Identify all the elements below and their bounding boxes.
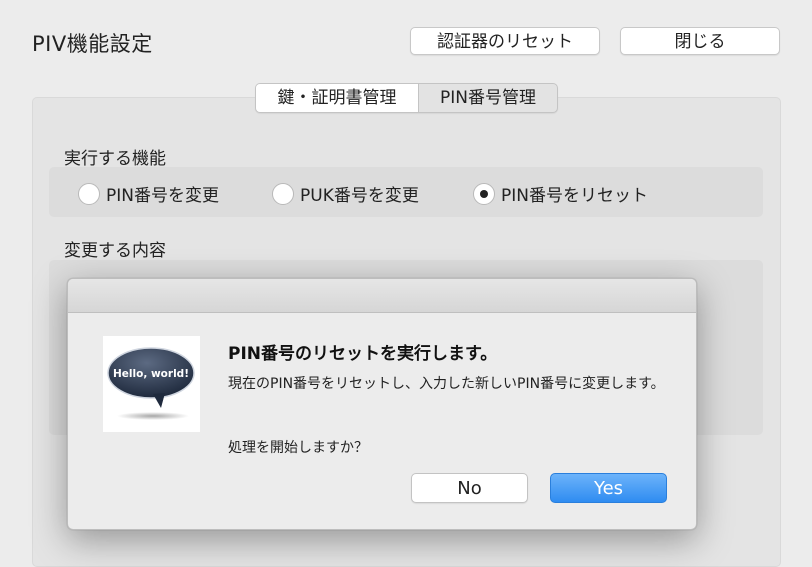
radio-circle[interactable] [272, 182, 294, 205]
radio-change-pin[interactable]: PIN番号を変更 [78, 181, 219, 206]
dialog-title: PIN番号のリセットを実行します。 [228, 344, 498, 364]
radio-label: PIN番号を変更 [106, 186, 219, 206]
radio-reset-pin[interactable]: PIN番号をリセット [473, 181, 648, 206]
radio-circle[interactable] [78, 182, 100, 205]
speech-bubble-icon: Hello, world! [103, 336, 200, 432]
radio-circle-checked[interactable] [473, 182, 495, 205]
close-button[interactable]: 閉じる [620, 27, 780, 55]
dialog-titlebar [68, 279, 696, 313]
radio-label: PUK番号を変更 [300, 186, 419, 206]
window-title: PIV機能設定 [32, 32, 153, 56]
confirm-dialog: Hello, world! PIN番号のリセットを実行します。 現在のPIN番号… [67, 278, 697, 530]
dialog-message: 現在のPIN番号をリセットし、入力した新しいPIN番号に変更します。 [228, 376, 665, 392]
radio-change-puk[interactable]: PUK番号を変更 [272, 181, 419, 206]
tab-key-certificate[interactable]: 鍵・証明書管理 [256, 84, 419, 112]
tab-bar: 鍵・証明書管理 PIN番号管理 [255, 83, 558, 113]
change-content-label: 変更する内容 [64, 241, 166, 261]
function-label: 実行する機能 [64, 149, 166, 169]
reset-authenticator-button[interactable]: 認証器のリセット [410, 27, 600, 55]
dialog-question: 処理を開始しますか？ [228, 440, 368, 456]
icon-text: Hello, world! [113, 368, 189, 380]
tab-pin-management[interactable]: PIN番号管理 [419, 84, 557, 112]
yes-button[interactable]: Yes [550, 473, 667, 503]
no-button[interactable]: No [411, 473, 528, 503]
radio-label: PIN番号をリセット [501, 186, 648, 206]
